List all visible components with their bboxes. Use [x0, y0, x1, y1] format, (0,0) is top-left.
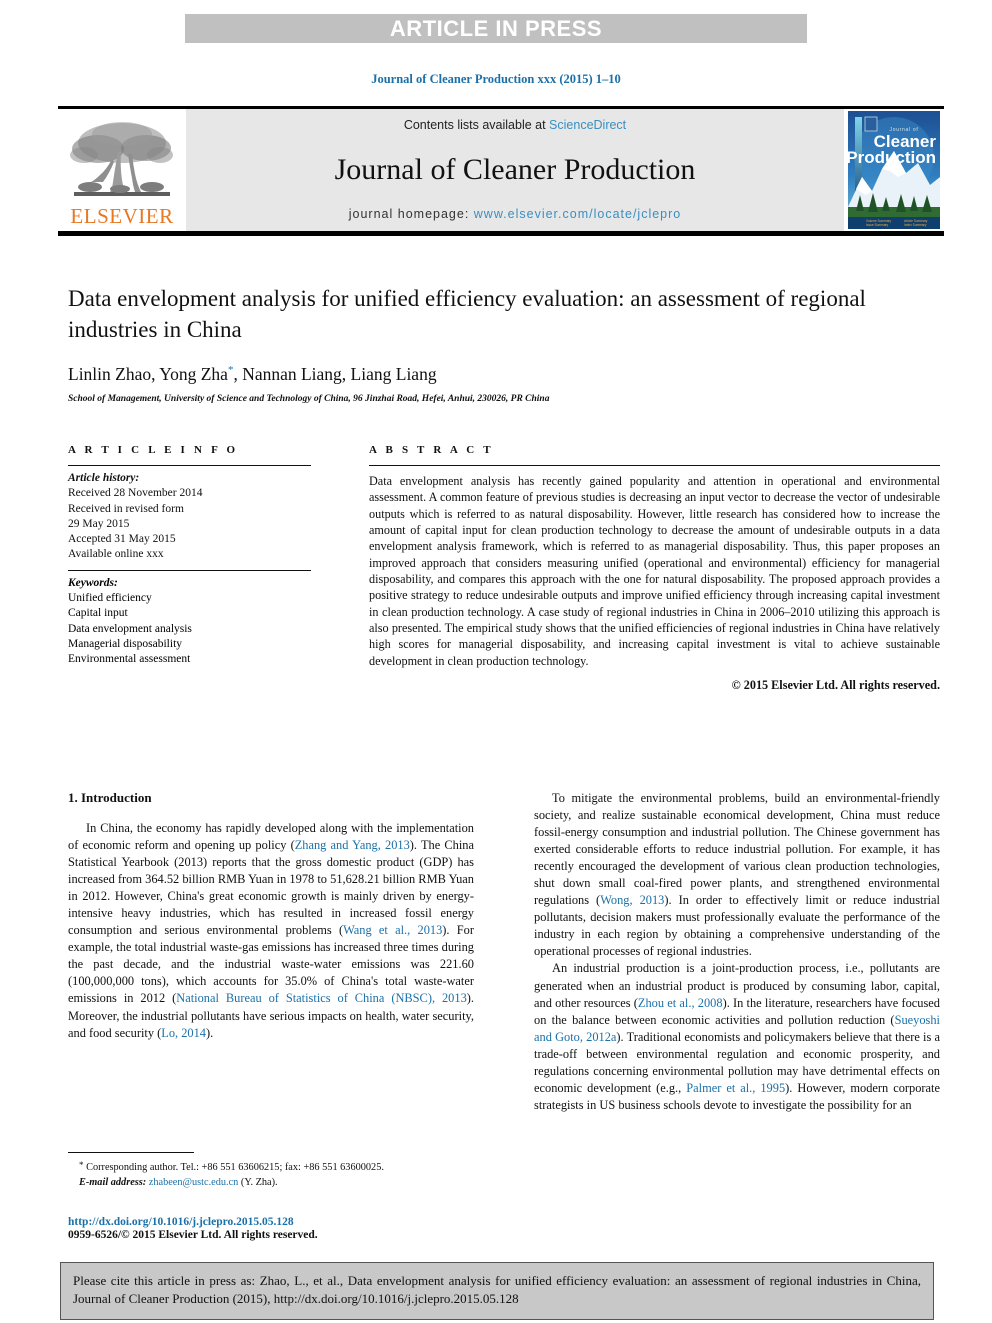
abstract-copyright: © 2015 Elsevier Ltd. All rights reserved…	[731, 678, 940, 693]
doi-link[interactable]: http://dx.doi.org/10.1016/j.jclepro.2015…	[68, 1216, 508, 1228]
abstract-label: A B S T R A C T	[369, 444, 494, 456]
paragraph-intro-left-1: In China, the economy has rapidly develo…	[68, 820, 474, 1042]
article-history-item: Received in revised form	[68, 502, 184, 515]
footnote-corresponding-author: * Corresponding author. Tel.: +86 551 63…	[68, 1159, 474, 1176]
cite-this-article-text: Please cite this article in press as: Zh…	[73, 1273, 921, 1307]
footnote-rule	[68, 1152, 194, 1153]
citation-link[interactable]: Palmer et al., 1995	[686, 1081, 785, 1095]
journal-banner: Contents lists available at ScienceDirec…	[186, 109, 844, 231]
keyword-item: Capital input	[68, 607, 128, 620]
article-history-item: 29 May 2015	[68, 517, 130, 530]
email-link[interactable]: zhabeen@ustc.edu.cn	[149, 1177, 239, 1188]
citation-link[interactable]: Wang et al., 2013	[343, 923, 442, 937]
svg-text:Production: Production	[848, 148, 936, 167]
title-block: Data envelopment analysis for unified ef…	[68, 283, 934, 404]
body-column-right: To mitigate the environmental problems, …	[534, 790, 940, 1114]
text-run: To mitigate the environmental problems, …	[534, 791, 940, 908]
journal-homepage-link[interactable]: www.elsevier.com/locate/jclepro	[474, 207, 681, 221]
abstract-column: A B S T R A C T Data envelopment analysi…	[311, 444, 940, 693]
keyword-item: Managerial disposability	[68, 637, 183, 650]
citation-link[interactable]: Zhang and Yang, 2013	[295, 838, 410, 852]
journal-homepage-label: journal homepage:	[348, 207, 474, 221]
journal-title: Journal of Cleaner Production	[334, 152, 696, 186]
citation-link[interactable]: Lo, 2014	[161, 1026, 206, 1040]
article-history-group: Article history: Received 28 November 20…	[68, 466, 311, 570]
keyword-item: Environmental assessment	[68, 653, 191, 666]
info-abstract-region: A R T I C L E I N F O Article history: R…	[68, 444, 940, 693]
contents-lists-line: Contents lists available at ScienceDirec…	[404, 118, 626, 132]
contents-lists-prefix: Contents lists available at	[403, 118, 550, 132]
body-columns: 1. Introduction In China, the economy ha…	[68, 790, 940, 1114]
footnote-block: * Corresponding author. Tel.: +86 551 63…	[68, 1152, 474, 1190]
elsevier-tree-icon	[70, 122, 173, 196]
article-history-header: Article history:	[68, 472, 140, 484]
citation-link[interactable]: National Bureau of Statistics of China (…	[176, 991, 467, 1005]
article-in-press-banner: ARTICLE IN PRESS	[185, 14, 807, 43]
section-heading-introduction: 1. Introduction	[68, 790, 152, 805]
svg-text:Index Summary: Index Summary	[904, 223, 927, 227]
article-info-column: A R T I C L E I N F O Article history: R…	[68, 444, 311, 693]
sciencedirect-link[interactable]: ScienceDirect	[549, 118, 626, 132]
doi-block: http://dx.doi.org/10.1016/j.jclepro.2015…	[68, 1216, 508, 1241]
footnote-email-label: E-mail address:	[79, 1176, 147, 1188]
abstract-text: Data envelopment analysis has recently g…	[369, 474, 940, 668]
article-history-item: Accepted 31 May 2015	[68, 533, 176, 546]
journal-cover-image: Journal of Cleaner Production Volume Sum…	[848, 111, 940, 229]
keyword-item: Unified efficiency	[68, 591, 152, 604]
elsevier-logo: ELSEVIER	[58, 109, 186, 231]
footnote-email-line: E-mail address: zhabeen@ustc.edu.cn (Y. …	[68, 1176, 474, 1191]
journal-cover-thumbnail: Journal of Cleaner Production Volume Sum…	[844, 109, 944, 231]
author-list: Linlin Zhao, Yong Zha*, Nannan Liang, Li…	[68, 364, 934, 385]
elsevier-wordmark: ELSEVIER	[70, 204, 174, 228]
cite-this-article-box: Please cite this article in press as: Zh…	[60, 1262, 934, 1320]
keyword-item: Data envelopment analysis	[68, 622, 192, 635]
author-affiliation: School of Management, University of Scie…	[68, 393, 550, 404]
journal-masthead: ELSEVIER Contents lists available at Sci…	[58, 106, 944, 236]
footnote-email-suffix: (Y. Zha).	[238, 1176, 278, 1188]
article-history-item: Received 28 November 2014	[68, 487, 203, 500]
svg-text:Issue Summary: Issue Summary	[866, 223, 889, 227]
body-column-left: 1. Introduction In China, the economy ha…	[68, 790, 474, 1114]
page-title: Data envelopment analysis for unified ef…	[68, 286, 866, 343]
footnote-corresponding-text: Corresponding author. Tel.: +86 551 6360…	[83, 1162, 384, 1173]
article-info-label: A R T I C L E I N F O	[68, 444, 239, 456]
article-in-press-label: ARTICLE IN PRESS	[389, 15, 603, 41]
citation-link[interactable]: Wong, 2013	[600, 893, 664, 907]
keywords-header: Keywords:	[68, 576, 118, 589]
issn-copyright-line: 0959-6526/© 2015 Elsevier Ltd. All right…	[68, 1229, 318, 1241]
paragraph-intro-right-1: To mitigate the environmental problems, …	[534, 790, 940, 960]
citation-link[interactable]: Zhou et al., 2008	[638, 996, 723, 1010]
authors-after-star: , Nannan Liang, Liang Liang	[233, 363, 437, 384]
journal-reference-line: Journal of Cleaner Production xxx (2015)…	[371, 72, 621, 86]
text-run: ).	[206, 1025, 214, 1040]
article-history-item: Available online xxx	[68, 548, 164, 561]
journal-homepage-line: journal homepage: www.elsevier.com/locat…	[349, 207, 682, 221]
authors-before-star: Linlin Zhao, Yong Zha	[68, 363, 228, 384]
keywords-group: Keywords: Unified efficiency Capital inp…	[68, 571, 311, 668]
paragraph-intro-right-2: An industrial production is a joint-prod…	[534, 960, 940, 1113]
